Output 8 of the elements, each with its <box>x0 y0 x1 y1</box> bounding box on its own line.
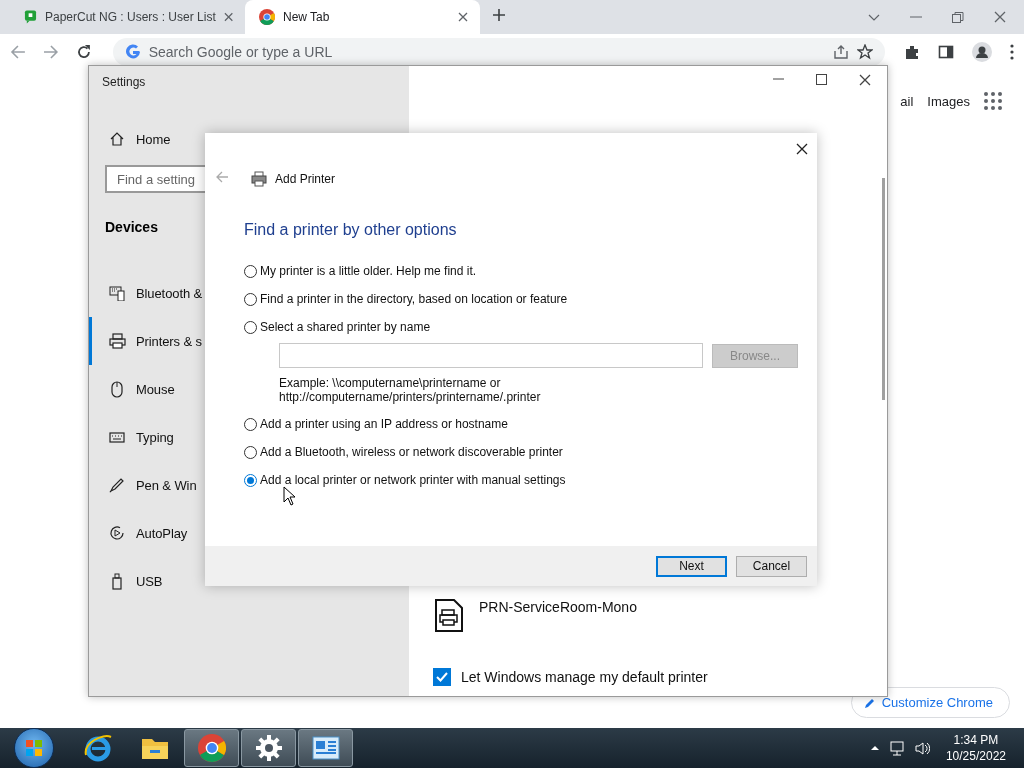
checkbox-label: Let Windows manage my default printer <box>461 669 708 685</box>
window-title: Settings <box>102 75 146 89</box>
clock-date: 10/25/2022 <box>945 749 1006 763</box>
clock-time: 1:34 PM <box>953 733 999 747</box>
section-heading: Devices <box>105 219 158 235</box>
dialog-heading: Find a printer by other options <box>244 221 458 239</box>
dialog-title: Add Printer <box>275 171 336 186</box>
example-text: Example: \\computername\printername or http://computername/printers/printername/.printer <box>279 376 542 404</box>
